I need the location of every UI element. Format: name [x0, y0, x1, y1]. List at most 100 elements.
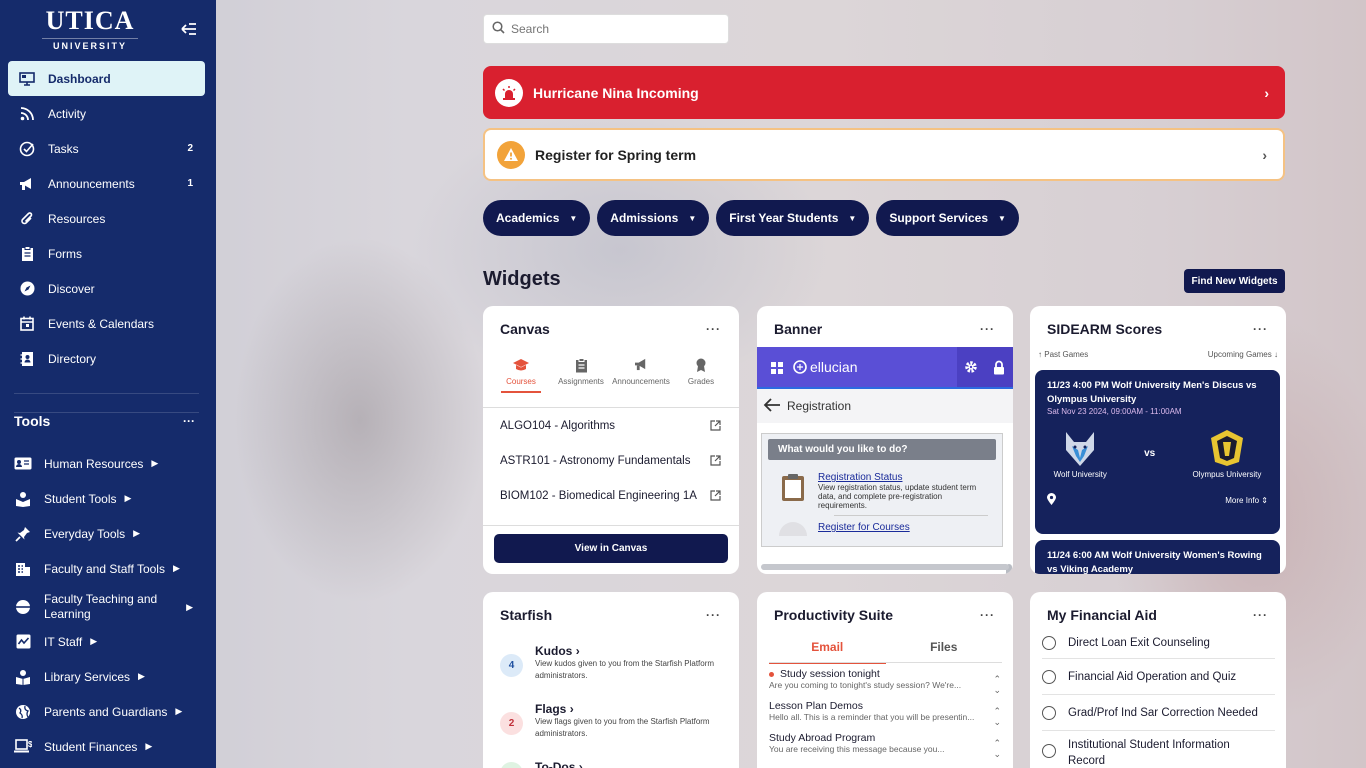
nav-item-tasks[interactable]: Tasks 2	[8, 131, 205, 166]
email-item[interactable]: Lesson Plan Demos Hello all. This is a r…	[769, 700, 1007, 727]
registration-status-link[interactable]: Registration Status	[818, 472, 992, 483]
more-info-button[interactable]: More Info ⇕	[1225, 496, 1268, 505]
horizontal-scrollbar[interactable]	[761, 564, 1009, 570]
upcoming-games-link[interactable]: Upcoming Games ↓	[1208, 350, 1278, 359]
tool-item-faculty-staff-tools[interactable]: Faculty and Staff Tools ▶	[14, 551, 199, 586]
nav-item-forms[interactable]: Forms	[8, 236, 205, 271]
course-list: ALGO104 - Algorithms ASTR101 - Astronomy…	[483, 407, 739, 513]
tool-item-student-finances[interactable]: $ Student Finances ▶	[14, 729, 199, 764]
kudos-desc: View kudos given to you from the Starfis…	[535, 659, 715, 680]
nav-item-announcements[interactable]: Announcements 1	[8, 166, 205, 201]
canvas-widget: Canvas ··· Courses Assignments Announcem…	[483, 306, 739, 574]
game-card[interactable]: 11/23 4:00 PM Wolf University Men's Disc…	[1035, 370, 1280, 534]
nav-item-directory[interactable]: Directory	[8, 341, 205, 376]
pill-admissions[interactable]: Admissions ▼	[597, 200, 710, 236]
location-pin-icon[interactable]	[1047, 493, 1056, 507]
game-card[interactable]: 11/24 6:00 AM Wolf University Women's Ro…	[1035, 540, 1280, 574]
nav-item-resources[interactable]: Resources	[8, 201, 205, 236]
tab-announcements[interactable]: Announcements	[611, 358, 671, 393]
tool-item-parents-guardians[interactable]: Parents and Guardians ▶	[14, 694, 199, 729]
external-link-icon[interactable]	[710, 420, 721, 431]
widget-menu-button[interactable]: ···	[1253, 322, 1268, 336]
grid-menu-icon[interactable]	[771, 361, 783, 374]
tool-item-it-staff[interactable]: IT Staff ▶	[14, 624, 199, 659]
tool-item-everyday-tools[interactable]: Everyday Tools ▶	[14, 516, 199, 551]
caret-down-icon: ▼	[688, 213, 697, 223]
past-games-link[interactable]: ↑ Past Games	[1038, 350, 1088, 359]
tool-label: Library Services	[44, 669, 131, 684]
email-item[interactable]: Study Abroad Program You are receiving t…	[769, 732, 1007, 759]
email-item[interactable]: Study session tonight Are you coming to …	[769, 668, 1007, 695]
back-arrow-icon[interactable]	[763, 397, 781, 415]
utica-logo[interactable]: UTICA UNIVERSITY	[42, 8, 138, 51]
task-radio[interactable]	[1042, 636, 1056, 650]
id-card-icon	[14, 455, 32, 473]
widgets-heading: Widgets	[483, 268, 561, 290]
tab-grades[interactable]: Grades	[671, 358, 731, 393]
tab-email[interactable]: Email	[769, 636, 886, 664]
find-new-widgets-button[interactable]: Find New Widgets	[1184, 269, 1285, 293]
pill-first-year[interactable]: First Year Students ▼	[716, 200, 870, 236]
megaphone-icon	[611, 358, 671, 374]
task-radio[interactable]	[1042, 744, 1056, 758]
course-item[interactable]: ALGO104 - Algorithms	[483, 408, 739, 443]
tool-item-library-services[interactable]: Library Services ▶	[14, 659, 199, 694]
tab-courses[interactable]: Courses	[491, 358, 551, 393]
nav-item-events[interactable]: Events & Calendars	[8, 306, 205, 341]
widget-menu-button[interactable]: ···	[706, 322, 721, 336]
collapse-sidebar-icon[interactable]	[180, 20, 198, 38]
tab-files[interactable]: Files	[886, 636, 1003, 664]
widget-title: Canvas	[500, 321, 550, 337]
financial-aid-task[interactable]: Institutional Student Information Record	[1042, 737, 1275, 768]
home-team: Wolf University	[1054, 428, 1107, 479]
expand-toggle-icon[interactable]: ⌃ ⌄	[993, 738, 1001, 760]
registration-status-item[interactable]: Registration Status View registration st…	[778, 472, 992, 510]
register-courses-link[interactable]: Register for Courses	[818, 522, 910, 552]
lock-icon[interactable]	[985, 360, 1013, 375]
starfish-todos[interactable]: To-Dos ›	[500, 750, 583, 768]
task-radio[interactable]	[1042, 705, 1056, 720]
widget-menu-button[interactable]: ···	[706, 608, 721, 622]
view-in-canvas-button[interactable]: View in Canvas	[494, 534, 728, 563]
quick-links: Academics ▼ Admissions ▼ First Year Studen…	[483, 200, 1019, 236]
nav-item-dashboard[interactable]: Dashboard	[8, 61, 205, 96]
nav-item-activity[interactable]: Activity	[8, 96, 205, 131]
widget-menu-button[interactable]: ···	[980, 322, 995, 336]
upcoming-games-label: Upcoming Games	[1207, 350, 1272, 359]
external-link-icon[interactable]	[710, 490, 721, 501]
task-label: Grad/Prof Ind Sar Correction Needed	[1068, 706, 1258, 719]
starfish-kudos[interactable]: 4 Kudos › View kudos given to you from th…	[500, 644, 715, 682]
widget-menu-button[interactable]: ···	[980, 608, 995, 622]
search-input[interactable]	[511, 22, 711, 36]
pill-academics[interactable]: Academics ▼	[483, 200, 591, 236]
pill-support-services[interactable]: Support Services ▼	[876, 200, 1019, 236]
external-link-icon[interactable]	[710, 455, 721, 466]
tab-assignments[interactable]: Assignments	[551, 358, 611, 393]
nav-item-discover[interactable]: Discover	[8, 271, 205, 306]
tool-item-faculty-teaching[interactable]: Faculty Teaching and Learning ▶	[14, 586, 199, 628]
alert-hurricane[interactable]: Hurricane Nina Incoming ›	[483, 66, 1285, 119]
tools-menu-button[interactable]: ···	[183, 414, 195, 428]
alert-register-spring[interactable]: Register for Spring term ›	[483, 128, 1285, 181]
expand-toggle-icon[interactable]: ⌃ ⌄	[993, 674, 1001, 696]
flags-title: Flags ›	[535, 702, 715, 716]
email-subject: Lesson Plan Demos	[769, 700, 863, 712]
sidebar-divider	[14, 393, 199, 394]
tool-item-human-resources[interactable]: Human Resources ▶	[14, 446, 199, 481]
widget-menu-button[interactable]: ···	[1253, 608, 1268, 622]
register-courses-item[interactable]: Register for Courses	[778, 522, 992, 552]
course-item[interactable]: BIOM102 - Biomedical Engineering 1A	[483, 478, 739, 513]
tool-item-student-tools[interactable]: Student Tools ▶	[14, 481, 199, 516]
expand-toggle-icon[interactable]: ⌃ ⌄	[993, 706, 1001, 728]
financial-aid-task[interactable]: Direct Loan Exit Counseling	[1042, 628, 1275, 659]
email-preview: Hello all. This is a reminder that you w…	[769, 712, 974, 722]
course-item[interactable]: ASTR101 - Astronomy Fundamentals	[483, 443, 739, 478]
financial-aid-widget: My Financial Aid ··· Direct Loan Exit Co…	[1030, 592, 1286, 768]
starfish-flags[interactable]: 2 Flags › View flags given to you from th…	[500, 702, 715, 740]
gear-icon[interactable]	[957, 360, 985, 374]
task-radio[interactable]	[1042, 669, 1056, 684]
tool-label: Parents and Guardians	[44, 704, 168, 719]
financial-aid-task[interactable]: Financial Aid Operation and Quiz	[1042, 659, 1275, 695]
pill-label: First Year Students	[729, 211, 839, 225]
financial-aid-task[interactable]: Grad/Prof Ind Sar Correction Needed	[1042, 695, 1275, 731]
